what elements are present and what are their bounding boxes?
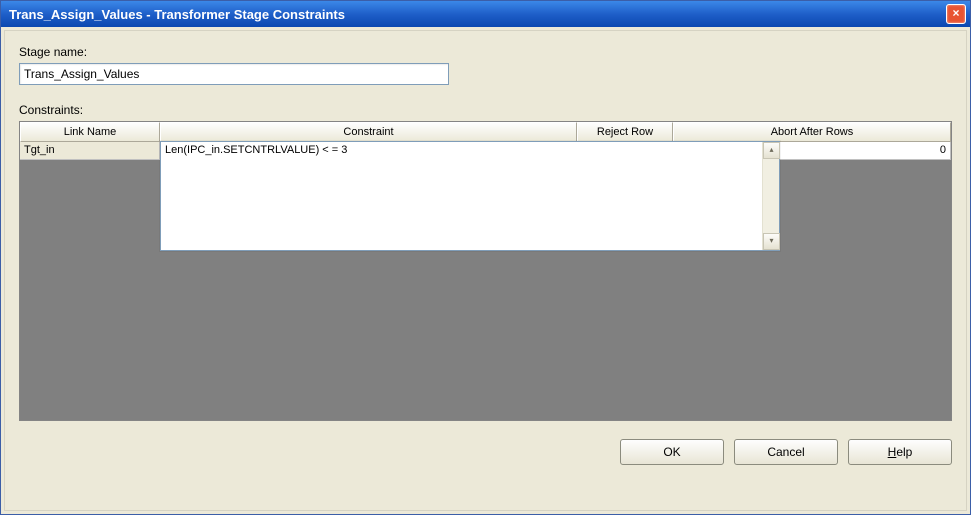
stage-name-input[interactable] (19, 63, 449, 85)
grid-header-row: Link Name Constraint Reject Row Abort Af… (20, 122, 951, 142)
constraints-grid: Link Name Constraint Reject Row Abort Af… (19, 121, 952, 421)
dialog-window: Trans_Assign_Values - Transformer Stage … (0, 0, 971, 515)
col-header-reject-row[interactable]: Reject Row (577, 122, 673, 142)
close-button[interactable]: × (946, 4, 966, 24)
cancel-button[interactable]: Cancel (734, 439, 838, 465)
dialog-content: Stage name: Constraints: Link Name Const… (4, 30, 967, 511)
ok-button[interactable]: OK (620, 439, 724, 465)
editor-scrollbar: ▴ ▾ (762, 142, 779, 250)
col-header-constraint[interactable]: Constraint (160, 122, 577, 142)
title-bar: Trans_Assign_Values - Transformer Stage … (1, 1, 970, 27)
constraint-editor-textarea[interactable] (161, 142, 762, 250)
scroll-down-icon[interactable]: ▾ (763, 233, 780, 250)
constraint-editor: ▴ ▾ (160, 141, 780, 251)
dialog-footer: OK Cancel Help (19, 421, 952, 465)
constraints-label: Constraints: (19, 103, 952, 117)
window-title: Trans_Assign_Values - Transformer Stage … (9, 7, 345, 22)
col-header-abort-after[interactable]: Abort After Rows (673, 122, 951, 142)
help-post: elp (896, 445, 912, 459)
stage-name-label: Stage name: (19, 45, 952, 59)
col-header-link-name[interactable]: Link Name (20, 122, 160, 142)
cell-link-name[interactable]: Tgt_in (20, 142, 160, 160)
scroll-up-icon[interactable]: ▴ (763, 142, 780, 159)
help-button[interactable]: Help (848, 439, 952, 465)
